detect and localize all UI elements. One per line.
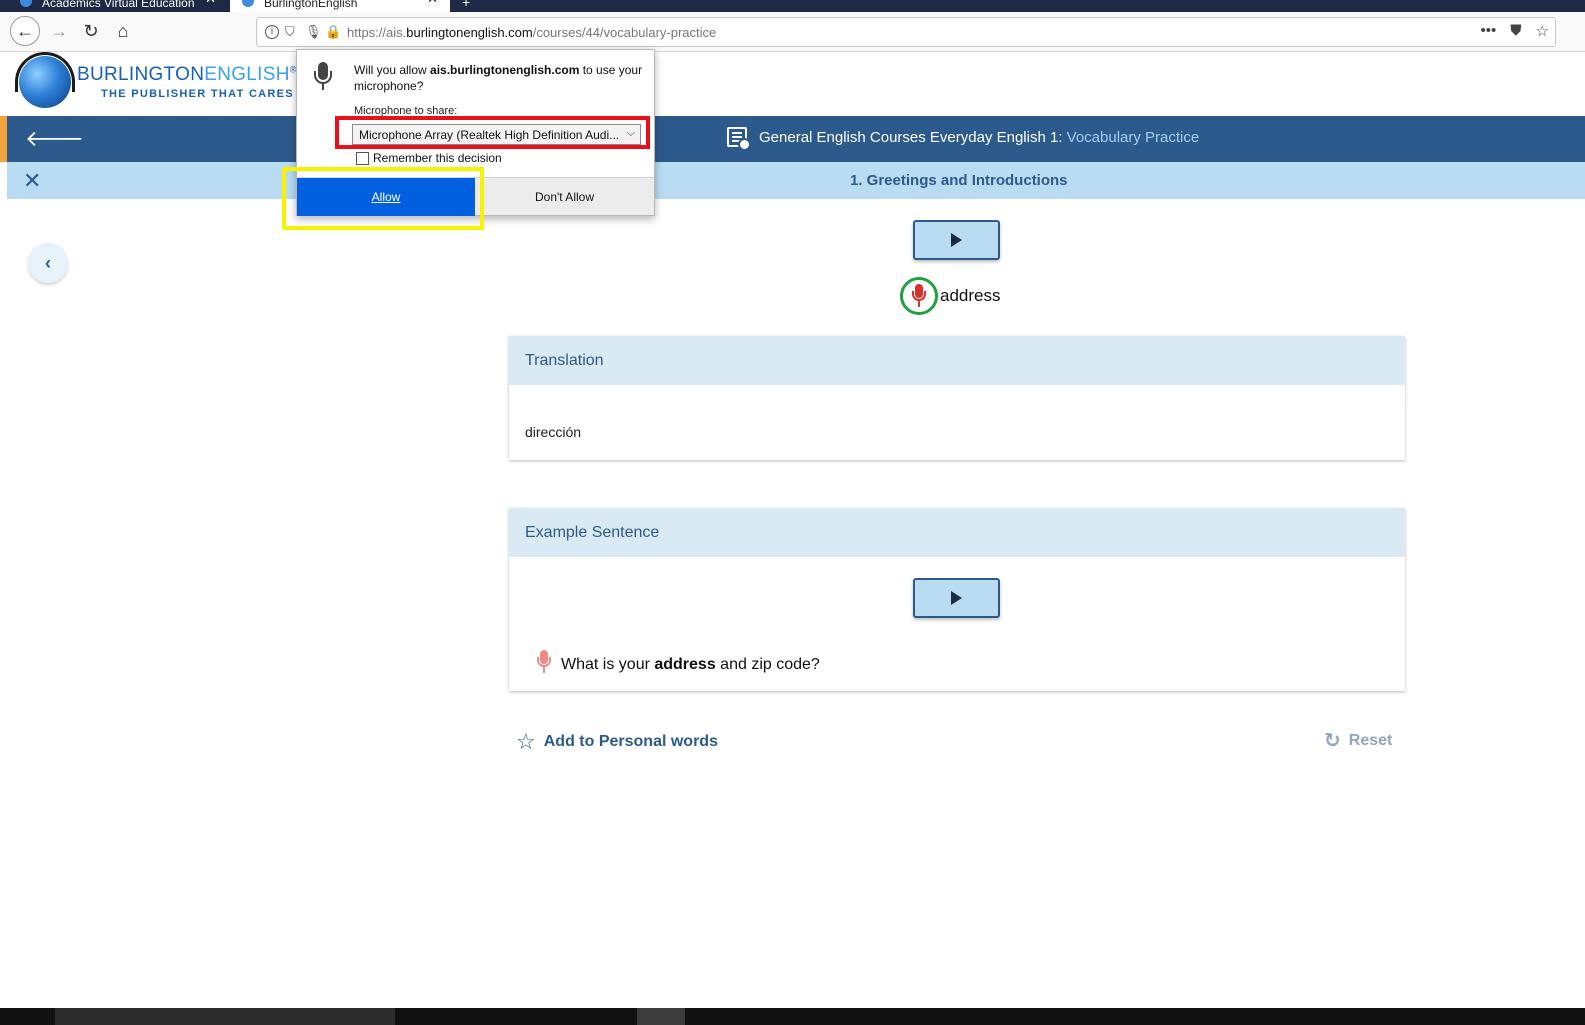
sentence-before: What is your bbox=[561, 655, 655, 673]
microphone-permission-icon[interactable]: 🎙 bbox=[305, 24, 322, 40]
course-bar: 🡐 General English Courses Everyday Engli… bbox=[7, 116, 1585, 162]
tab-label: Academics Virtual Education bbox=[42, 0, 195, 10]
forward-arrow-icon: → bbox=[50, 20, 68, 41]
word-play-button[interactable] bbox=[913, 220, 1000, 260]
home-icon: ⌂ bbox=[117, 20, 129, 41]
tab-label: BurlingtonEnglish bbox=[264, 0, 358, 10]
question-domain: ais.burlingtonenglish.com bbox=[430, 63, 580, 77]
popup-microphone-icon bbox=[313, 62, 333, 92]
example-sentence: What is your address and zip code? bbox=[561, 656, 820, 674]
dont-allow-button[interactable]: Don't Allow bbox=[475, 178, 654, 216]
reset-icon: ↻ bbox=[1324, 730, 1341, 752]
course-title-highlight: Vocabulary Practice bbox=[1066, 128, 1200, 146]
star-icon: ☆ bbox=[516, 729, 536, 754]
url-text[interactable]: https://ais.burlingtonenglish.com/course… bbox=[347, 25, 716, 40]
lock-icon[interactable]: 🔒 bbox=[325, 24, 341, 40]
close-icon[interactable]: ✕ bbox=[23, 168, 41, 194]
url-actions: ••• ⛊ ☆ bbox=[1481, 22, 1549, 40]
home-button[interactable]: ⌂ bbox=[108, 16, 138, 46]
remember-decision[interactable]: Remember this decision bbox=[356, 151, 502, 165]
browser-toolbar: ← → ↻ ⌂ i ⛉ 🎙 🔒 https://ais.burlingtonen… bbox=[0, 12, 1585, 52]
more-icon[interactable]: ••• bbox=[1481, 22, 1497, 40]
chevron-left-icon: ‹ bbox=[45, 252, 51, 273]
highlight-device-select bbox=[335, 116, 650, 149]
tab-close-icon[interactable]: ✕ bbox=[205, 0, 216, 5]
record-word-button[interactable] bbox=[900, 277, 938, 315]
translation-heading: Translation bbox=[509, 336, 1405, 385]
left-edge bbox=[0, 52, 7, 1025]
taskbar-item[interactable] bbox=[637, 1008, 685, 1025]
tab-close-icon[interactable]: ✕ bbox=[427, 0, 438, 5]
course-list-icon[interactable] bbox=[727, 127, 751, 151]
logo-wordmark[interactable]: BURLINGTONENGLISH® bbox=[77, 64, 297, 86]
back-button[interactable]: ← bbox=[10, 16, 40, 46]
sentence-keyword: address bbox=[654, 655, 716, 673]
remember-checkbox[interactable] bbox=[356, 151, 369, 165]
play-icon bbox=[951, 591, 962, 605]
left-orange-marker bbox=[0, 116, 7, 162]
add-personal-words-button[interactable]: ☆ Add to Personal words bbox=[516, 731, 718, 753]
reload-button[interactable]: ↻ bbox=[76, 16, 106, 46]
back-arrow-icon: ← bbox=[16, 20, 34, 41]
reset-button[interactable]: ↻ Reset bbox=[1324, 731, 1392, 751]
course-back-arrow-icon[interactable]: 🡐 bbox=[25, 126, 84, 152]
lesson-bar: ✕ 1. Greetings and Introductions bbox=[7, 162, 1585, 199]
course-title: General English Courses Everyday English… bbox=[727, 127, 1200, 151]
taskbar-item[interactable] bbox=[55, 1008, 395, 1025]
reload-icon: ↻ bbox=[83, 20, 99, 41]
record-sentence-button[interactable] bbox=[535, 650, 553, 679]
url-bar[interactable]: i ⛉ 🎙 🔒 https://ais.burlingtonenglish.co… bbox=[256, 17, 1556, 47]
logo-tagline: THE PUBLISHER THAT CARES bbox=[101, 88, 294, 100]
logo-burlington: BURLINGTON bbox=[77, 64, 205, 85]
permission-question: Will you allow ais.burlingtonenglish.com… bbox=[354, 62, 644, 94]
remember-label: Remember this decision bbox=[373, 151, 502, 165]
pocket-icon[interactable]: ⛊ bbox=[1510, 22, 1521, 40]
sentence-after: and zip code? bbox=[715, 655, 820, 673]
url-path: /courses/44/vocabulary-practice bbox=[532, 25, 717, 40]
site-info-icon[interactable]: i bbox=[265, 25, 279, 39]
tab-burlington[interactable]: BurlingtonEnglish ✕ bbox=[230, 0, 450, 12]
add-personal-label: Add to Personal words bbox=[543, 733, 718, 750]
bookmark-star-icon[interactable]: ☆ bbox=[1536, 22, 1549, 40]
example-play-button[interactable] bbox=[913, 578, 1000, 618]
vocabulary-word: address bbox=[940, 286, 1001, 305]
example-heading: Example Sentence bbox=[509, 508, 1405, 557]
reset-label: Reset bbox=[1348, 732, 1393, 749]
new-tab-button[interactable]: + bbox=[462, 0, 470, 10]
example-sentence-row: What is your address and zip code? bbox=[535, 650, 820, 679]
course-title-prefix: General English Courses Everyday English… bbox=[759, 128, 1067, 146]
logo-english: ENGLISH bbox=[204, 64, 290, 85]
url-prefix: https://ais. bbox=[347, 25, 407, 40]
play-icon bbox=[951, 233, 962, 247]
url-domain: burlingtonenglish.com bbox=[406, 25, 533, 40]
logo-headset-icon bbox=[15, 52, 75, 92]
microphone-icon bbox=[535, 650, 553, 674]
tab-favicon-icon bbox=[20, 0, 32, 7]
forward-button[interactable]: → bbox=[44, 16, 74, 46]
tab-favicon-icon bbox=[242, 0, 254, 7]
tab-strip: Academics Virtual Education ✕ Burlington… bbox=[0, 0, 1585, 12]
shield-icon[interactable]: ⛉ bbox=[285, 24, 295, 40]
word-row: address bbox=[900, 277, 1000, 315]
translation-card: Translation dirección bbox=[509, 336, 1405, 460]
translation-text: dirección bbox=[525, 424, 582, 440]
site-header: BURLINGTONENGLISH® THE PUBLISHER THAT CA… bbox=[7, 52, 1585, 116]
microphone-icon bbox=[910, 284, 928, 308]
highlight-allow-button bbox=[282, 167, 484, 230]
tab-academics[interactable]: Academics Virtual Education ✕ bbox=[8, 0, 228, 12]
lesson-title: 1. Greetings and Introductions bbox=[850, 172, 1068, 189]
question-before: Will you allow bbox=[354, 63, 431, 77]
previous-button[interactable]: ‹ bbox=[28, 243, 68, 283]
